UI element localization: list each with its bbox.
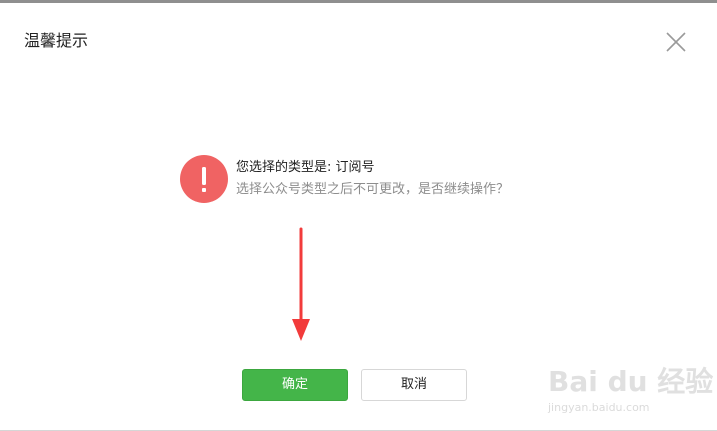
warning-message: 选择公众号类型之后不可更改，是否继续操作？ — [236, 182, 510, 197]
watermark-url: jingyan.baidu.com — [548, 401, 650, 414]
cancel-button[interactable]: 取消 — [361, 369, 467, 401]
exclamation-icon — [180, 155, 228, 203]
selected-type-text: 您选择的类型是: 订阅号 — [236, 160, 375, 175]
confirm-button[interactable]: 确定 — [242, 369, 348, 401]
watermark-logo: Bai du 经验 — [548, 365, 714, 398]
close-button[interactable] — [664, 30, 688, 54]
warning-icon — [180, 155, 228, 203]
dialog-title: 温馨提示 — [24, 31, 89, 50]
close-icon — [666, 32, 686, 52]
down-arrow-annotation — [290, 227, 312, 343]
dialog: 温馨提示 您选择的类型是: 订阅号 选择公众号类型之后不可更改，是否继续操作？ … — [0, 0, 717, 431]
baidu-jingyan-watermark: Bai du 经验 jingyan.baidu.com — [548, 365, 713, 425]
